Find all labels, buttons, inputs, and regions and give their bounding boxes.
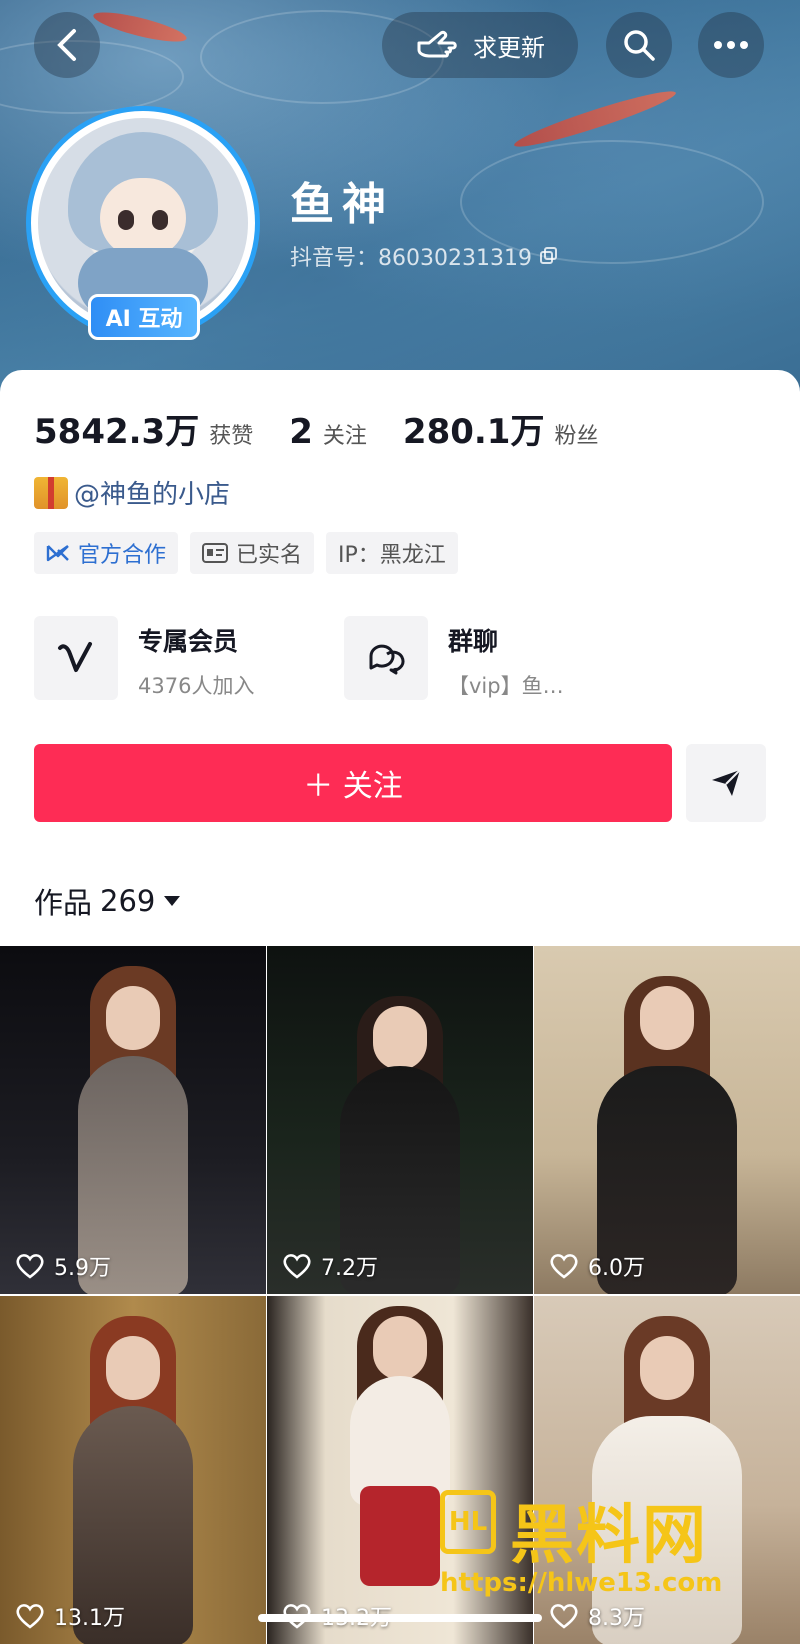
service-subtitle: 【vip】鱼… xyxy=(448,674,564,698)
group-chat-icon-box xyxy=(344,616,428,700)
chevron-left-icon xyxy=(57,29,76,61)
profile-stats: 5842.3万 获赞 2 关注 280.1万 粉丝 xyxy=(34,404,634,453)
follow-button[interactable]: ＋ 关注 xyxy=(34,744,672,822)
heart-icon xyxy=(550,1254,578,1279)
video-thumbnail[interactable]: 5.9万 xyxy=(0,946,266,1294)
tag-label: 官方合作 xyxy=(78,543,167,568)
works-count: 269 xyxy=(100,884,156,918)
thumbnail-head xyxy=(373,1006,427,1070)
dropdown-triangle-icon xyxy=(164,896,181,906)
service-title: 专属会员 xyxy=(138,627,239,656)
verified-tag[interactable]: 已实名 xyxy=(190,532,315,574)
like-count-text: 13.1万 xyxy=(54,1606,125,1631)
profile-name: 鱼神 xyxy=(290,179,394,230)
works-tab[interactable]: 作品 269 xyxy=(34,880,181,922)
search-icon xyxy=(624,30,655,61)
like-count: 5.9万 xyxy=(16,1250,111,1282)
membership-icon-box xyxy=(34,616,118,700)
avatar-eye xyxy=(152,210,168,230)
exclusive-membership[interactable]: 专属会员 4376人加入 xyxy=(34,616,254,700)
search-button[interactable] xyxy=(606,12,672,78)
works-label: 作品 xyxy=(34,886,93,920)
profile-tags: 官方合作 已实名 IP：黑龙江 xyxy=(34,532,458,574)
ai-interaction-badge[interactable]: AI 互动 xyxy=(88,294,200,340)
id-card-icon xyxy=(202,543,229,563)
gift-icon xyxy=(34,476,68,509)
ip-location-tag: IP：黑龙江 xyxy=(326,532,458,574)
chat-bubbles-icon xyxy=(369,644,405,675)
like-count: 7.2万 xyxy=(283,1250,378,1282)
service-title: 群聊 xyxy=(448,627,499,656)
like-count-text: 5.9万 xyxy=(54,1256,111,1281)
shop-link-text: @神鱼的小店 xyxy=(74,480,231,510)
like-count: 6.0万 xyxy=(550,1250,645,1282)
pointing-hand-icon xyxy=(417,30,457,58)
tag-label: IP：黑龙江 xyxy=(338,543,446,568)
stat-followers[interactable]: 280.1万 粉丝 xyxy=(403,404,599,453)
watermark-title: 黑料网 xyxy=(510,1499,708,1573)
send-arrow-icon xyxy=(712,769,741,796)
heart-icon xyxy=(16,1254,44,1279)
service-subtitle: 4376人加入 xyxy=(138,674,255,698)
like-count: 13.1万 xyxy=(16,1600,125,1632)
home-indicator xyxy=(258,1614,542,1622)
vip-v-icon xyxy=(58,642,92,672)
more-dots-icon xyxy=(714,41,748,49)
video-thumbnail[interactable]: 7.2万 xyxy=(267,946,533,1294)
thumbnail-red-skirt xyxy=(360,1486,440,1586)
request-update-label: 求更新 xyxy=(473,33,545,62)
douyin-id-text: 抖音号：86030231319 xyxy=(290,246,532,271)
thumbnail-head xyxy=(373,1316,427,1380)
stat-label: 关注 xyxy=(322,424,367,449)
thumbnail-head xyxy=(640,986,694,1050)
share-button[interactable] xyxy=(686,744,766,822)
watermark-logo: HL xyxy=(440,1490,496,1554)
watermark: HL 黑料网 https://hlwe13.com xyxy=(440,1484,770,1614)
like-count-text: 7.2万 xyxy=(321,1256,378,1281)
douyin-id[interactable]: 抖音号：86030231319 xyxy=(290,240,558,272)
video-thumbnail[interactable]: 6.0万 xyxy=(534,946,800,1294)
request-update-button[interactable]: 求更新 xyxy=(382,12,578,78)
thumbnail-head xyxy=(640,1336,694,1400)
avatar-eye xyxy=(118,210,134,230)
heart-icon xyxy=(16,1604,44,1629)
tag-label: 已实名 xyxy=(236,543,303,568)
group-chat[interactable]: 群聊 【vip】鱼… xyxy=(344,616,564,700)
stat-value: 280.1万 xyxy=(402,412,545,452)
like-count-text: 6.0万 xyxy=(588,1256,645,1281)
stat-label: 获赞 xyxy=(209,424,254,449)
stat-value: 2 xyxy=(289,412,313,452)
back-button[interactable] xyxy=(34,12,100,78)
shop-link[interactable]: @神鱼的小店 xyxy=(34,474,230,511)
stat-label: 粉丝 xyxy=(554,424,599,449)
official-cooperation-tag[interactable]: 官方合作 xyxy=(34,532,179,574)
heart-icon xyxy=(283,1254,311,1279)
video-thumbnail[interactable]: 13.1万 xyxy=(0,1296,266,1644)
copy-icon[interactable] xyxy=(539,247,558,265)
stat-value: 5842.3万 xyxy=(34,412,200,452)
watermark-url: https://hlwe13.com xyxy=(440,1568,723,1598)
thumbnail-head xyxy=(106,1336,160,1400)
stat-likes[interactable]: 5842.3万 获赞 xyxy=(34,404,253,453)
thumbnail-head xyxy=(106,986,160,1050)
more-button[interactable] xyxy=(698,12,764,78)
avatar-face xyxy=(100,178,186,258)
handshake-icon xyxy=(46,545,69,562)
stat-following[interactable]: 2 关注 xyxy=(289,412,367,452)
